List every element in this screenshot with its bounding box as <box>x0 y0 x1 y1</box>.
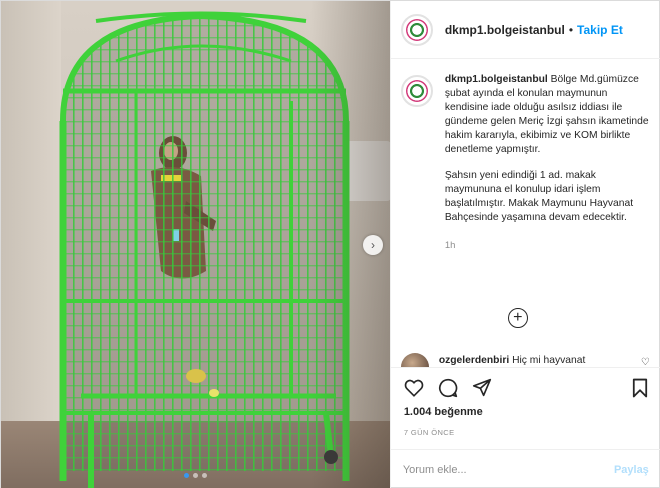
caption-paragraph-2: Şahsın yeni edindiği 1 ad. makak maymunu… <box>444 170 634 223</box>
save-button[interactable] <box>629 377 651 399</box>
post-date[interactable]: 7 GÜN ÖNCE <box>404 428 455 437</box>
comment-item: ozgelerdenbiri Hiç mi hayvanat ♡ <box>400 349 656 367</box>
chevron-right-icon: › <box>371 238 375 252</box>
profile-logo-icon <box>405 80 428 102</box>
comment-text: ozgelerdenbiri Hiç mi hayvanat <box>439 355 586 366</box>
bookmark-icon <box>632 378 647 397</box>
carousel-dot-active <box>184 473 189 478</box>
carousel-dot <box>202 473 207 478</box>
instagram-post: › dkmp1.bolgeistanbul • Takip Et dkmp1.b… <box>0 0 660 488</box>
caption-username[interactable]: dkmp1.bolgeistanbul <box>445 74 548 85</box>
header-username[interactable]: dkmp1.bolgeistanbul <box>445 23 565 37</box>
share-button[interactable] <box>471 377 493 399</box>
carousel-indicator <box>184 473 207 478</box>
action-bar <box>390 367 660 407</box>
plus-circle-icon: + <box>513 309 523 326</box>
caption-avatar[interactable] <box>400 75 433 107</box>
comment-button[interactable] <box>437 377 459 399</box>
comment-body: Hiç mi hayvanat <box>512 355 586 366</box>
profile-logo-icon <box>405 18 428 41</box>
post-side-panel: dkmp1.bolgeistanbul • Takip Et dkmp1.bol… <box>389 1 660 488</box>
comment-icon <box>438 378 458 397</box>
follow-button[interactable]: Takip Et <box>577 23 623 37</box>
post-caption: dkmp1.bolgeistanbul Bölge Md.gümüzce şub… <box>400 73 653 253</box>
comment-input[interactable] <box>402 463 614 476</box>
likes-count[interactable]: 1.004 beğenme <box>404 406 483 418</box>
carousel-dot <box>193 473 198 478</box>
caption-time: 1h <box>444 240 456 251</box>
post-image[interactable]: › <box>1 1 390 488</box>
commenter-avatar[interactable] <box>400 353 429 367</box>
caption-text: dkmp1.bolgeistanbul Bölge Md.gümüzce şub… <box>445 73 653 253</box>
commenter-username[interactable]: ozgelerdenbiri <box>439 355 509 366</box>
comment-form: Paylaş <box>390 449 660 488</box>
comment-like-icon[interactable]: ♡ <box>641 357 650 367</box>
header-separator: • <box>568 22 574 37</box>
profile-avatar[interactable] <box>400 13 433 46</box>
heart-icon <box>404 379 424 397</box>
post-header: dkmp1.bolgeistanbul • Takip Et <box>390 1 660 59</box>
load-more-comments-button[interactable]: + <box>507 308 528 328</box>
caption-paragraph-1: Bölge Md.gümüzce şubat ayında el konulan… <box>444 74 649 155</box>
post-comment-button[interactable]: Paylaş <box>614 464 649 476</box>
like-button[interactable] <box>403 377 425 399</box>
share-icon <box>472 378 491 397</box>
next-slide-button[interactable]: › <box>363 235 383 255</box>
